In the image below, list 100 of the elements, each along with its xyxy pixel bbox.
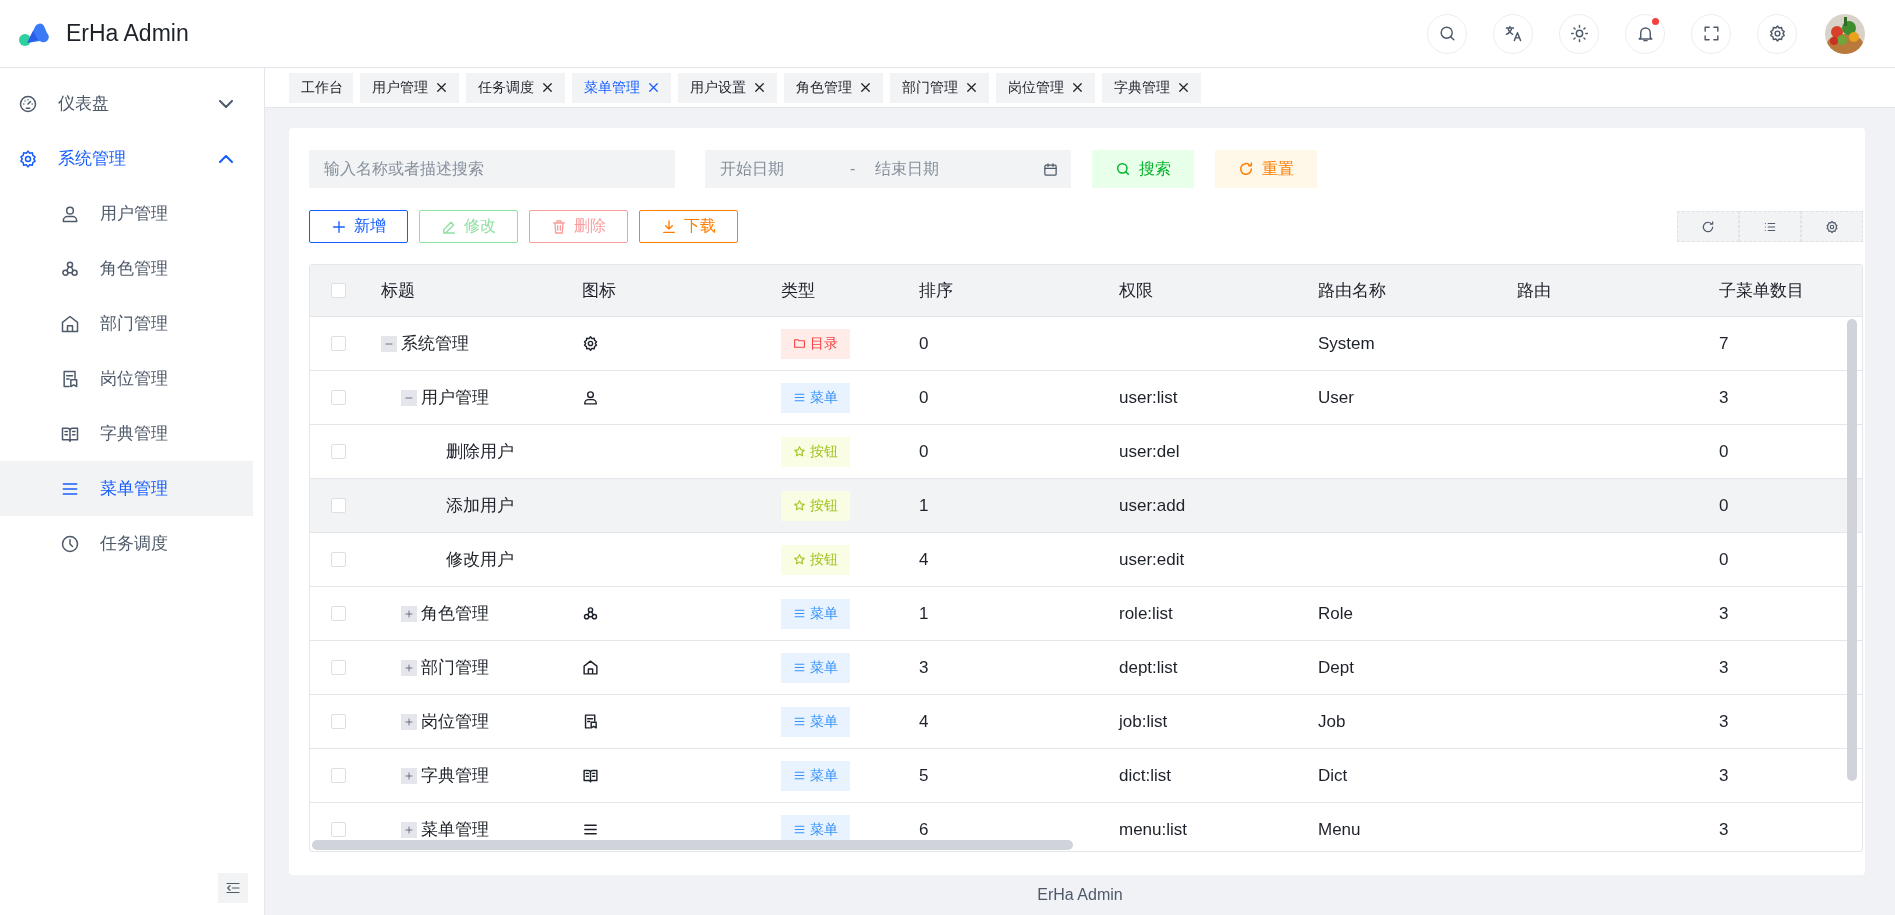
checkbox[interactable] xyxy=(330,444,346,459)
expand-row-button[interactable] xyxy=(401,767,417,784)
horizontal-scrollbar[interactable] xyxy=(312,840,1073,850)
table-cell: 7 xyxy=(1719,333,1729,354)
tab[interactable]: 用户管理 xyxy=(360,72,459,103)
type-tag: 菜单 xyxy=(781,706,850,737)
vertical-scrollbar[interactable] xyxy=(1847,319,1857,781)
column-header: 类型 xyxy=(781,280,815,302)
table-cell: 3 xyxy=(1719,387,1729,408)
collapse-button[interactable] xyxy=(218,873,248,903)
checkbox[interactable] xyxy=(330,660,346,675)
type-tag: 按钮 xyxy=(781,490,850,521)
search-icon xyxy=(1437,24,1457,43)
close-icon[interactable] xyxy=(964,80,979,95)
list-icon xyxy=(793,661,806,674)
tab[interactable]: 字典管理 xyxy=(1102,72,1201,103)
type-tag: 菜单 xyxy=(781,760,850,791)
house-icon xyxy=(60,313,80,334)
collapse-row-button[interactable] xyxy=(401,389,417,406)
translate-button[interactable] xyxy=(1493,13,1533,54)
close-icon[interactable] xyxy=(752,80,767,95)
sidebar-item[interactable]: 用户管理 xyxy=(0,186,253,241)
close-icon[interactable] xyxy=(1176,80,1191,95)
column-header: 子菜单数目 xyxy=(1719,280,1804,302)
star-icon xyxy=(793,445,806,458)
sidebar-item[interactable]: 角色管理 xyxy=(0,241,253,296)
tab[interactable]: 任务调度 xyxy=(466,72,565,103)
close-icon[interactable] xyxy=(1070,80,1085,95)
close-icon[interactable] xyxy=(434,80,449,95)
list-icon xyxy=(793,607,806,620)
bell-button[interactable] xyxy=(1625,13,1665,54)
table-cell: 0 xyxy=(1719,495,1729,516)
start-date-field[interactable]: 开始日期 xyxy=(720,160,840,178)
collapse-row-button[interactable] xyxy=(381,335,397,352)
sidebar-group[interactable]: 系统管理 xyxy=(0,131,253,186)
table-cell: user:edit xyxy=(1119,549,1185,570)
table-cell: 1 xyxy=(919,603,929,624)
checkbox[interactable] xyxy=(330,336,346,351)
table-cell: 0 xyxy=(1719,549,1729,570)
sidebar-item[interactable]: 任务调度 xyxy=(0,516,253,571)
tab[interactable]: 菜单管理 xyxy=(572,72,671,103)
expand-row-button[interactable] xyxy=(401,713,417,730)
document-icon xyxy=(582,713,599,730)
type-tag: 按钮 xyxy=(781,544,850,575)
checkbox[interactable] xyxy=(330,390,346,405)
search-button[interactable] xyxy=(1427,13,1467,54)
search-field[interactable]: 输入名称或者描述搜索 xyxy=(309,150,675,188)
gear-icon xyxy=(18,148,38,169)
table-cell-text: 添加用户 xyxy=(446,495,514,517)
tab[interactable]: 部门管理 xyxy=(890,72,989,103)
tab[interactable]: 用户设置 xyxy=(678,72,777,103)
app-title: ErHa Admin xyxy=(66,20,189,47)
table-cell: 0 xyxy=(919,387,929,408)
settings-button[interactable] xyxy=(1757,13,1797,54)
checkbox[interactable] xyxy=(330,714,346,729)
refresh-icon xyxy=(1701,219,1715,234)
column-header: 路由 xyxy=(1517,280,1551,302)
checkbox[interactable] xyxy=(330,606,346,621)
expand-row-button[interactable] xyxy=(401,659,417,676)
sidebar-item[interactable]: 字典管理 xyxy=(0,406,253,461)
sidebar-item[interactable]: 岗位管理 xyxy=(0,351,253,406)
table-cell: 3 xyxy=(1719,711,1729,732)
table-cell: 3 xyxy=(1719,657,1729,678)
footer-text: ErHa Admin xyxy=(1037,886,1123,904)
table-cell: 3 xyxy=(1719,603,1729,624)
fullscreen-button[interactable] xyxy=(1691,13,1731,54)
sidebar-item[interactable]: 菜单管理 xyxy=(0,461,253,516)
table-cell: 4 xyxy=(919,549,929,570)
highlighted-row[interactable]: 添加用户 按钮 1 user:add 0 xyxy=(310,479,1862,533)
add-button[interactable]: 新增 xyxy=(309,210,408,243)
checkbox[interactable] xyxy=(330,283,346,298)
expand-row-button[interactable] xyxy=(401,605,417,622)
checkbox[interactable] xyxy=(330,498,346,513)
checkbox[interactable] xyxy=(330,552,346,567)
end-date-field[interactable]: 结束日期 xyxy=(875,160,996,178)
checkbox[interactable] xyxy=(330,822,346,837)
table-cell: 4 xyxy=(919,711,929,732)
sidebar-item[interactable]: 部门管理 xyxy=(0,296,253,351)
sidebar-group[interactable]: 仪表盘 xyxy=(0,76,253,131)
tab[interactable]: 岗位管理 xyxy=(996,72,1095,103)
expand-row-button[interactable] xyxy=(401,821,417,838)
table-cell-text: 角色管理 xyxy=(421,603,489,625)
sun-icon xyxy=(1569,24,1589,43)
close-icon[interactable] xyxy=(858,80,873,95)
column-header: 标题 xyxy=(381,280,415,302)
table-cell: menu:list xyxy=(1119,819,1188,840)
settings-button[interactable] xyxy=(1801,211,1863,242)
table-cell: Role xyxy=(1318,603,1353,624)
sun-button[interactable] xyxy=(1559,13,1599,54)
table-cell-text: 删除用户 xyxy=(446,441,514,463)
three-circles-icon xyxy=(582,605,599,622)
tab[interactable]: 工作台 xyxy=(289,72,353,103)
table-cell: user:del xyxy=(1119,441,1180,462)
checkbox[interactable] xyxy=(330,768,346,783)
type-tag: 按钮 xyxy=(781,436,850,467)
table-cell: user:add xyxy=(1119,495,1186,516)
close-icon[interactable] xyxy=(540,80,555,95)
refresh-button[interactable] xyxy=(1677,211,1739,242)
folder-icon xyxy=(793,337,806,350)
tab[interactable]: 角色管理 xyxy=(784,72,883,103)
